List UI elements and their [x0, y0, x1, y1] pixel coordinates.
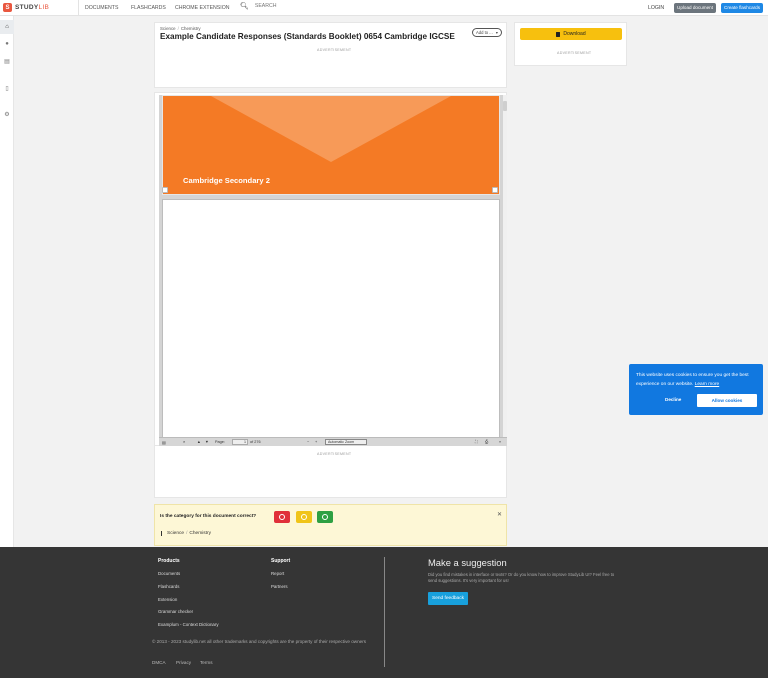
- footer-products-title: Products: [158, 558, 180, 564]
- viewer-pages[interactable]: Cambridge Secondary 2: [159, 95, 503, 437]
- cover-page: Cambridge Secondary 2: [162, 95, 500, 195]
- logo-mark: S: [3, 3, 12, 12]
- category-question: Is the category for this document correc…: [160, 514, 257, 519]
- ad-label: ADVERTISEMENT: [557, 51, 592, 55]
- home-icon[interactable]: ⌂: [0, 20, 14, 34]
- footer-support-title: Support: [271, 558, 291, 564]
- logo-text: STUDYLIB: [15, 4, 50, 11]
- footer: Products Documents Flashcards Extension …: [0, 547, 768, 678]
- category-chemistry[interactable]: Chemistry: [189, 531, 211, 536]
- footer-link-examplum[interactable]: Examplum - Context Dictionary: [158, 622, 219, 627]
- download-label: Download: [563, 31, 586, 37]
- sad-face-icon: [279, 514, 285, 520]
- gear-icon[interactable]: ⚙: [0, 107, 14, 121]
- neutral-face-icon: [301, 514, 307, 520]
- print-icon[interactable]: ⎙: [485, 440, 488, 444]
- left-sidebar: ⌂ ● ▤ ▯ ⚙: [0, 16, 14, 547]
- suggestion-title: Make a suggestion: [428, 557, 507, 568]
- upload-document-button[interactable]: Upload document: [674, 3, 717, 13]
- ad-label: ADVERTISEMENT: [317, 452, 352, 456]
- archive-icon[interactable]: ▤: [0, 54, 14, 68]
- create-flashcards-button[interactable]: Create flashcards: [721, 3, 764, 13]
- prev-page-icon[interactable]: ▲: [197, 440, 201, 444]
- ad-label: ADVERTISEMENT: [317, 48, 352, 52]
- scrollbar-thumb[interactable]: [503, 101, 507, 111]
- send-feedback-button[interactable]: Send feedback: [428, 592, 469, 605]
- footer-link-report[interactable]: Report: [271, 571, 284, 576]
- footer-link-flashcards[interactable]: Flashcards: [158, 584, 179, 589]
- add-to-dropdown[interactable]: Add to ... ▾: [472, 28, 502, 37]
- viewer-scrollbar[interactable]: [503, 95, 507, 437]
- page-corner: [162, 187, 168, 193]
- cookie-banner: This website uses cookies to ensure you …: [629, 364, 763, 415]
- page-number-input[interactable]: 1: [232, 439, 248, 445]
- fullscreen-icon[interactable]: ⛶: [475, 440, 478, 444]
- cover-triangle: [211, 96, 451, 162]
- category-path: Science / Chemistry: [161, 531, 211, 536]
- right-panel: Download ADVERTISEMENT: [514, 22, 627, 66]
- page-2: [162, 199, 500, 437]
- close-icon[interactable]: ✕: [497, 511, 502, 518]
- download-button[interactable]: Download: [520, 28, 622, 40]
- breadcrumb-science[interactable]: Science: [160, 26, 176, 31]
- footer-link-partners[interactable]: Partners: [271, 584, 288, 589]
- footer-link-grammar-checker[interactable]: Grammar checker: [158, 609, 193, 614]
- footer-link-extension[interactable]: Extension: [158, 597, 177, 602]
- learn-more-link[interactable]: Learn more: [695, 382, 720, 387]
- zoom-select[interactable]: Automatic Zoom: [325, 439, 367, 445]
- document-title: Example Candidate Responses (Standards B…: [160, 32, 455, 41]
- footer-link-dmca[interactable]: DMCA: [152, 660, 166, 665]
- category-banner: Is the category for this document correc…: [154, 504, 507, 546]
- breadcrumb: Science / Chemistry: [160, 26, 201, 31]
- below-viewer-card: ADVERTISEMENT: [154, 446, 507, 498]
- vote-yes-button[interactable]: [317, 511, 333, 523]
- document-header-card: Science / Chemistry Example Candidate Resp…: [154, 22, 507, 88]
- cover-text: Cambridge Secondary 2: [183, 176, 270, 185]
- top-navbar: S STUDYLIB DOCUMENTS FLASHCARDS CHROME E…: [0, 0, 768, 16]
- happy-face-icon: [322, 514, 328, 520]
- footer-copyright: © 2013 - 2023 studylib.net all other tra…: [152, 639, 367, 644]
- page-total: of 276: [250, 440, 261, 444]
- globe-icon[interactable]: ●: [0, 37, 14, 51]
- next-page-icon[interactable]: ▼: [205, 440, 209, 444]
- logo[interactable]: S STUDYLIB: [3, 3, 49, 12]
- page-corner: [492, 187, 498, 193]
- search-input[interactable]: [254, 3, 375, 9]
- vote-unsure-button[interactable]: [296, 511, 312, 523]
- cookie-message: This website uses cookies to ensure you …: [636, 371, 758, 389]
- allow-cookies-button[interactable]: Allow cookies: [697, 394, 757, 407]
- login-link[interactable]: LOGIN: [648, 5, 664, 11]
- breadcrumb-chemistry[interactable]: Chemistry: [181, 26, 201, 31]
- footer-link-terms[interactable]: Terms: [200, 660, 213, 665]
- find-icon[interactable]: ⌕: [183, 440, 185, 444]
- sidebar-toggle-icon[interactable]: ▤: [162, 440, 166, 445]
- zoom-out-icon[interactable]: −: [307, 440, 309, 444]
- footer-divider: [384, 557, 385, 667]
- footer-link-documents[interactable]: Documents: [158, 571, 180, 576]
- page-label: Page:: [215, 440, 225, 444]
- nav-flashcards[interactable]: FLASHCARDS: [131, 5, 166, 11]
- category-science[interactable]: Science: [167, 531, 184, 536]
- decline-button[interactable]: Decline: [665, 397, 681, 402]
- footer-link-privacy[interactable]: Privacy: [176, 660, 191, 665]
- document-icon[interactable]: ▯: [0, 81, 14, 95]
- nav-documents[interactable]: DOCUMENTS: [85, 5, 118, 11]
- cookie-text: This website uses cookies to ensure you …: [636, 373, 749, 387]
- file-download-icon: [556, 31, 561, 37]
- zoom-in-icon[interactable]: +: [315, 440, 317, 444]
- search-icon[interactable]: 🔍︎: [240, 2, 249, 10]
- vote-no-button[interactable]: [274, 511, 290, 523]
- document-viewer: Cambridge Secondary 2 ▤ ⌕ ▲ ▼ Page: 1 of…: [154, 92, 507, 446]
- add-to-label: Add to ...: [476, 30, 493, 35]
- more-tools-icon[interactable]: »: [499, 440, 501, 444]
- suggestion-text: Did you find mistakes in interface or te…: [428, 572, 615, 583]
- nav-chrome-extension[interactable]: CHROME EXTENSION: [175, 5, 229, 11]
- search-bar: 🔍︎: [240, 2, 375, 10]
- chevron-down-icon: ▾: [495, 30, 498, 35]
- nav-divider: [78, 0, 79, 16]
- viewer-toolbar: ▤ ⌕ ▲ ▼ Page: 1 of 276 − + Automatic Zoo…: [159, 437, 507, 446]
